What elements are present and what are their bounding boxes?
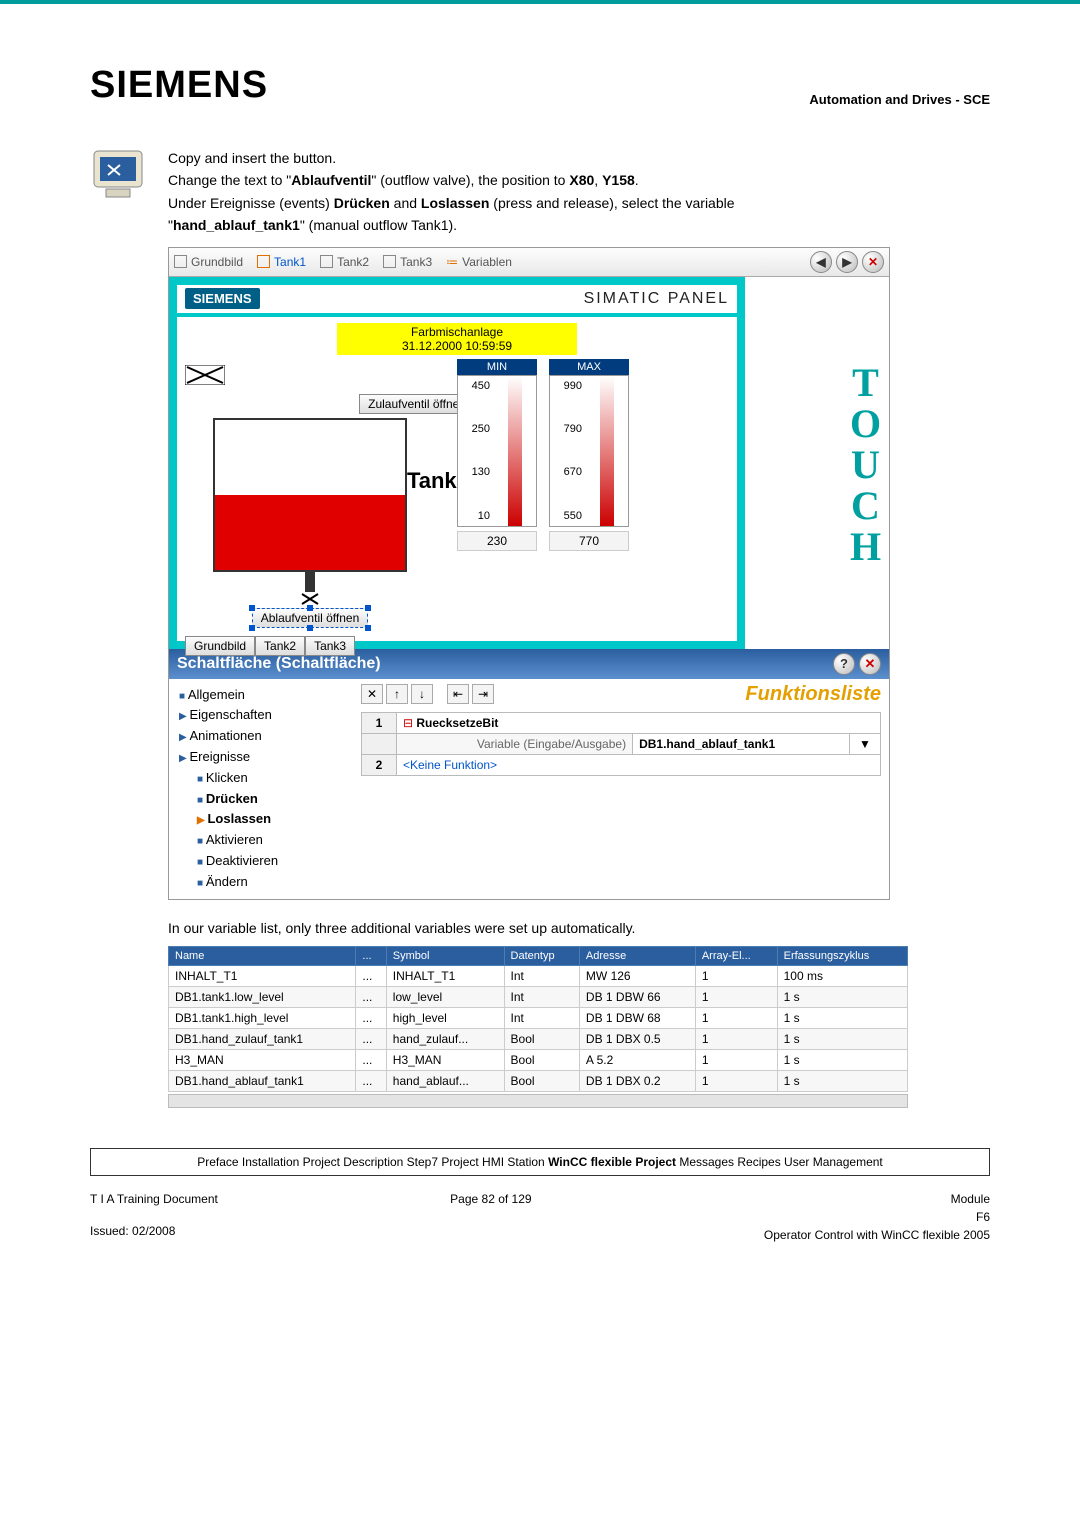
title-bar: Farbmischanlage 31.12.2000 10:59:59: [337, 323, 577, 355]
nav-prev-icon[interactable]: ◀: [810, 251, 832, 273]
tool-outdent-icon[interactable]: ⇤: [447, 684, 469, 704]
monitor-icon: [90, 147, 150, 202]
ablauf-button-selected[interactable]: Ablaufventil öffnen: [252, 608, 369, 628]
max-value[interactable]: 770: [549, 531, 629, 551]
tool-indent-icon[interactable]: ⇥: [472, 684, 494, 704]
instruction-text: Copy and insert the button. Change the t…: [168, 147, 735, 237]
tree-ereignisse: Ereignisse: [179, 747, 349, 768]
property-tree[interactable]: Allgemein Eigenschaften Animationen Erei…: [169, 679, 353, 899]
tool-delete-icon[interactable]: ✕: [361, 684, 383, 704]
tank-graphic: Tank 1: [213, 418, 407, 572]
funktionsliste-heading: Funktionsliste: [745, 683, 881, 706]
tree-aendern: Ändern: [197, 872, 349, 893]
tab-tank1[interactable]: Tank1: [257, 255, 306, 269]
close-prop-icon[interactable]: ✕: [859, 653, 881, 675]
outlet-valve-icon: [300, 592, 320, 606]
min-value[interactable]: 230: [457, 531, 537, 551]
wincc-screenshot: Grundbild Tank1 Tank2 Tank3 ≔Variablen ◀…: [168, 247, 890, 900]
close-icon[interactable]: ✕: [862, 251, 884, 273]
siemens-logo: SIEMENS: [90, 64, 268, 107]
paragraph-2: In our variable list, only three additio…: [168, 920, 990, 936]
tree-druecken: Drücken: [197, 789, 349, 810]
tree-aktivieren: Aktivieren: [197, 830, 349, 851]
footer-nav: Preface Installation Project Description…: [90, 1148, 990, 1176]
min-bargraph: MIN 450 250 130 10: [457, 359, 537, 656]
siemens-badge: SIEMENS: [185, 288, 260, 309]
simatic-label: SIMATIC PANEL: [584, 290, 729, 308]
header-subtitle: Automation and Drives - SCE: [809, 92, 990, 107]
tree-klicken: Klicken: [197, 768, 349, 789]
tree-allgemein: Allgemein: [179, 685, 349, 706]
tree-eigenschaften: Eigenschaften: [179, 705, 349, 726]
nav-tank2[interactable]: Tank2: [255, 636, 305, 656]
tab-tank3[interactable]: Tank3: [383, 255, 432, 269]
inlet-valve-icon: [185, 365, 225, 385]
tool-up-icon[interactable]: ↑: [386, 684, 408, 704]
help-icon[interactable]: ?: [833, 653, 855, 675]
hmi-panel: SIEMENS SIMATIC PANEL Farbmischanlage 31…: [169, 277, 745, 649]
editor-tab-bar: Grundbild Tank1 Tank2 Tank3 ≔Variablen ◀…: [169, 248, 889, 277]
horizontal-scrollbar[interactable]: [168, 1094, 908, 1108]
function-list-table[interactable]: 1 ⊟ RuecksetzeBit Variable (Eingabe/Ausg…: [361, 712, 881, 776]
nav-next-icon[interactable]: ▶: [836, 251, 858, 273]
nav-tank3[interactable]: Tank3: [305, 636, 355, 656]
tab-variablen[interactable]: ≔Variablen: [446, 255, 512, 269]
touch-label: TOUCH: [745, 277, 889, 649]
tool-down-icon[interactable]: ↓: [411, 684, 433, 704]
tree-deaktivieren: Deaktivieren: [197, 851, 349, 872]
tree-loslassen: Loslassen: [197, 809, 349, 830]
tree-animationen: Animationen: [179, 726, 349, 747]
footer-meta: T I A Training Document Issued: 02/2008 …: [90, 1190, 990, 1244]
variable-table[interactable]: Name...SymbolDatentypAdresseArray-El...E…: [168, 946, 908, 1092]
dropdown-icon[interactable]: ▼: [850, 733, 881, 754]
nav-grundbild[interactable]: Grundbild: [185, 636, 255, 656]
tab-grundbild[interactable]: Grundbild: [174, 255, 243, 269]
tab-tank2[interactable]: Tank2: [320, 255, 369, 269]
max-bargraph: MAX 990 790 670 550: [549, 359, 629, 656]
